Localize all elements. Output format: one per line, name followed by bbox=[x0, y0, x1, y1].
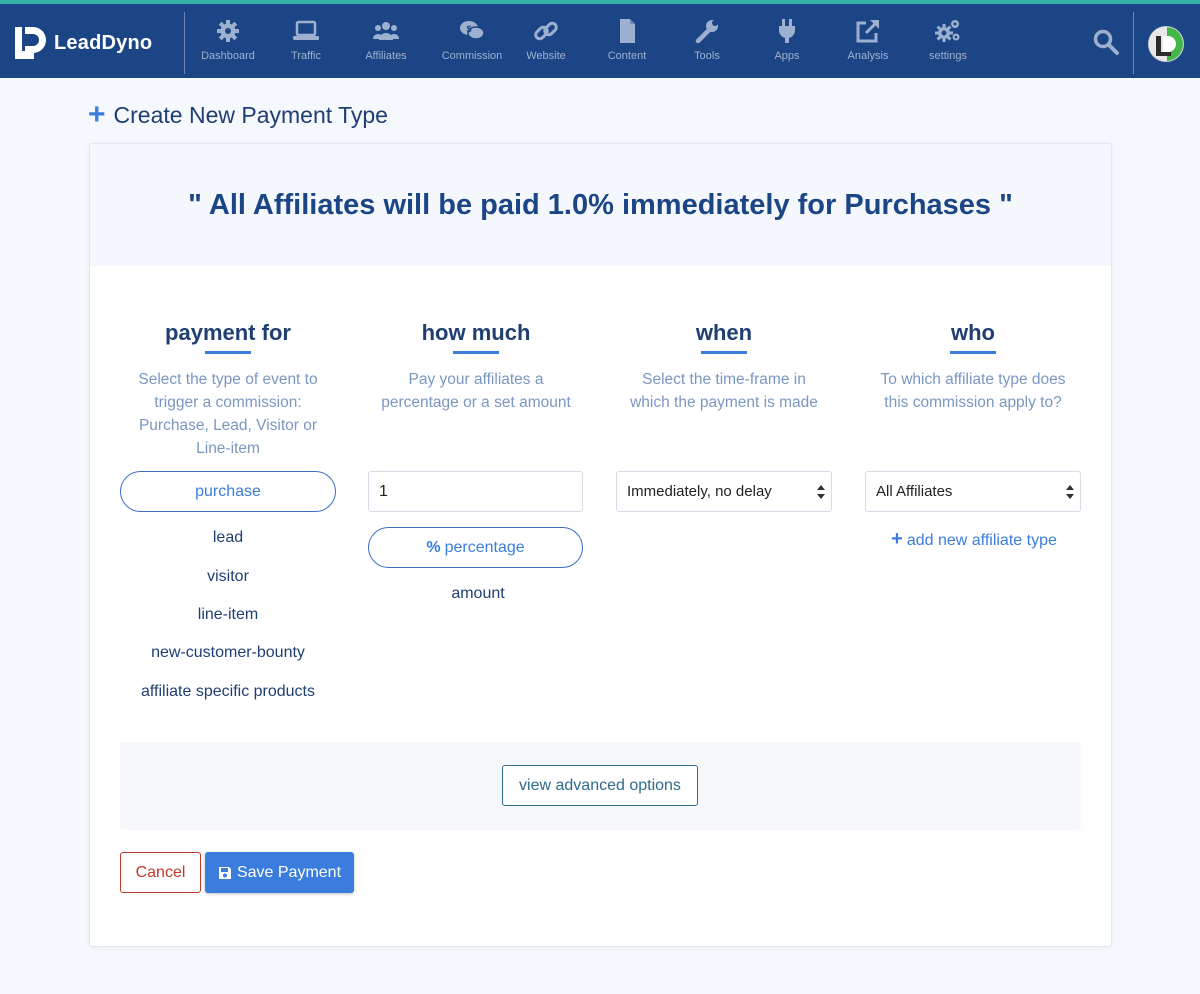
when-description: Select the time-frame in which the payme… bbox=[630, 371, 818, 411]
page-title-text: Create New Payment Type bbox=[113, 101, 388, 128]
payment-for-description: Select the type of event to trigger a co… bbox=[138, 371, 318, 457]
add-link-label: add new affiliate type bbox=[906, 532, 1057, 549]
gears-icon bbox=[935, 20, 960, 42]
nav-label: Traffic bbox=[291, 50, 321, 62]
nav-item-tools[interactable]: Tools bbox=[667, 16, 747, 72]
nav-item-settings[interactable]: settings bbox=[908, 16, 988, 72]
nav-label: Commission bbox=[441, 50, 503, 62]
advanced-options-band: view advanced options bbox=[120, 742, 1081, 830]
nav-label: Affiliates bbox=[365, 50, 407, 62]
nav-label: Analysis bbox=[847, 50, 889, 62]
svg-text:$: $ bbox=[466, 24, 471, 34]
plus-icon: + bbox=[88, 98, 106, 131]
when-select-value: Immediately, no delay bbox=[627, 483, 772, 500]
how-much-selected-percentage[interactable]: % percentage bbox=[368, 527, 583, 568]
pill-label: purchase bbox=[195, 482, 261, 500]
floppy-disk-icon bbox=[218, 866, 231, 879]
when-column: when Select the time-frame in which the … bbox=[616, 320, 832, 414]
nav-item-commission[interactable]: $ Commission bbox=[432, 16, 512, 72]
nav-item-website[interactable]: Website bbox=[506, 16, 586, 72]
nav-item-content[interactable]: Content bbox=[587, 16, 667, 72]
payment-for-column: payment for Select the type of event to … bbox=[120, 320, 336, 460]
cancel-button[interactable]: Cancel bbox=[120, 852, 201, 893]
brand-logo[interactable]: LeadDyno bbox=[12, 23, 177, 63]
nav-label: Content bbox=[607, 50, 647, 62]
select-arrows-icon bbox=[817, 485, 825, 499]
payment-type-card: " All Affiliates will be paid 1.0% immed… bbox=[89, 143, 1112, 947]
when-select[interactable]: Immediately, no delay bbox=[616, 471, 832, 512]
amount-input-value: 1 bbox=[379, 482, 388, 500]
nav-label: Tools bbox=[694, 50, 720, 62]
nav-item-analysis[interactable]: Analysis bbox=[828, 16, 908, 72]
pill-label: percentage bbox=[444, 538, 525, 556]
nav-label: Dashboard bbox=[201, 50, 255, 62]
external-link-icon bbox=[856, 20, 879, 43]
laptop-icon bbox=[293, 20, 319, 40]
who-select-value: All Affiliates bbox=[876, 483, 953, 500]
percent-icon: % bbox=[426, 538, 441, 556]
payment-for-option-line-item[interactable]: line-item bbox=[120, 606, 336, 624]
plug-icon bbox=[778, 19, 796, 43]
how-much-option-amount[interactable]: amount bbox=[370, 585, 586, 603]
page-title: + Create New Payment Type bbox=[88, 100, 388, 130]
wrench-icon bbox=[695, 20, 718, 44]
top-navigation-bar: LeadDyno Dashboard Traffic Affiliates $ … bbox=[0, 0, 1200, 78]
nav-item-affiliates[interactable]: Affiliates bbox=[346, 16, 426, 72]
user-avatar[interactable] bbox=[1148, 26, 1184, 62]
add-affiliate-type-link[interactable]: + add new affiliate type bbox=[866, 528, 1082, 551]
nav-item-traffic[interactable]: Traffic bbox=[266, 16, 346, 72]
when-title: when bbox=[696, 320, 752, 354]
who-column: who To which affiliate type does this co… bbox=[865, 320, 1081, 414]
payment-for-selected-purchase[interactable]: purchase bbox=[120, 471, 336, 512]
nav-label: Website bbox=[526, 50, 566, 62]
payment-for-option-new-customer-bounty[interactable]: new-customer-bounty bbox=[120, 644, 336, 662]
nav-divider bbox=[1133, 12, 1134, 74]
document-icon bbox=[620, 19, 635, 43]
money-chat-icon: $ bbox=[460, 21, 485, 40]
payment-for-option-visitor[interactable]: visitor bbox=[120, 568, 336, 586]
payment-for-title: payment for bbox=[165, 320, 291, 354]
avatar-image bbox=[1149, 27, 1183, 61]
payment-for-option-affiliate-specific-products[interactable]: affiliate specific products bbox=[120, 683, 336, 701]
nav-divider bbox=[184, 12, 185, 74]
plus-icon: + bbox=[891, 528, 903, 550]
how-much-title: how much bbox=[422, 320, 530, 354]
users-icon bbox=[373, 22, 399, 40]
nav-item-apps[interactable]: Apps bbox=[747, 16, 827, 72]
who-title: who bbox=[950, 320, 996, 354]
how-much-column: how much Pay your affiliates a percentag… bbox=[368, 320, 584, 414]
nav-label: Apps bbox=[774, 50, 800, 62]
save-button-label: Save Payment bbox=[236, 863, 342, 881]
view-advanced-options-button[interactable]: view advanced options bbox=[502, 765, 698, 806]
select-arrows-icon bbox=[1066, 485, 1074, 499]
leaddyno-logo-icon bbox=[15, 27, 46, 59]
link-icon bbox=[534, 21, 558, 41]
payment-for-option-lead[interactable]: lead bbox=[120, 529, 336, 547]
gear-icon bbox=[217, 20, 239, 42]
save-payment-button[interactable]: Save Payment bbox=[205, 852, 354, 893]
who-description: To which affiliate type does this commis… bbox=[880, 371, 1066, 411]
who-select[interactable]: All Affiliates bbox=[865, 471, 1081, 512]
how-much-description: Pay your affiliates a percentage or a se… bbox=[381, 371, 571, 411]
brand-name: LeadDyno bbox=[54, 31, 153, 54]
payment-summary: " All Affiliates will be paid 1.0% immed… bbox=[90, 144, 1111, 266]
nav-label: settings bbox=[929, 50, 967, 62]
amount-input[interactable]: 1 bbox=[368, 471, 583, 512]
nav-item-dashboard[interactable]: Dashboard bbox=[188, 16, 268, 72]
search-icon[interactable] bbox=[1092, 28, 1120, 56]
